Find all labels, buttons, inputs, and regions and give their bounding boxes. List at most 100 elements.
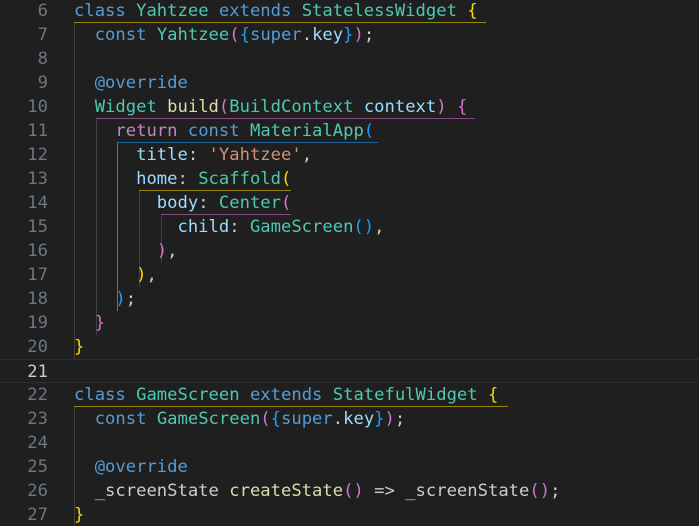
code-token: home bbox=[136, 169, 178, 189]
code-token: ( bbox=[218, 97, 230, 117]
line-number: 12 bbox=[27, 145, 48, 165]
code-text: } bbox=[74, 503, 84, 526]
code-token: _screenState bbox=[405, 481, 530, 501]
code-token: @override bbox=[94, 73, 188, 93]
code-line[interactable]: 6 class Yahtzee extends StatelessWidget { bbox=[0, 0, 699, 23]
code-token: ( bbox=[260, 409, 271, 429]
line-number: 26 bbox=[27, 481, 48, 501]
code-token: } bbox=[343, 25, 354, 45]
code-token: class bbox=[74, 1, 126, 21]
code-token: child bbox=[177, 217, 230, 237]
code-line[interactable]: 14 body: Center( bbox=[0, 191, 699, 215]
line-number: 21 bbox=[27, 362, 48, 382]
code-text: title: 'Yahtzee', bbox=[74, 143, 312, 167]
code-token: , bbox=[146, 265, 157, 285]
line-number: 9 bbox=[37, 73, 48, 93]
code-line[interactable]: 15 child: GameScreen(), bbox=[0, 215, 699, 239]
code-token: ) bbox=[136, 265, 147, 285]
code-token: , bbox=[167, 241, 178, 261]
line-number: 25 bbox=[27, 457, 48, 477]
code-token: } bbox=[94, 313, 106, 333]
code-line[interactable]: 16 ), bbox=[0, 239, 699, 263]
code-token: { bbox=[270, 409, 282, 429]
code-line[interactable]: 17 ), bbox=[0, 263, 699, 287]
code-token: GameScreen bbox=[156, 409, 261, 429]
code-line[interactable]: 24 bbox=[0, 431, 699, 455]
line-number: 8 bbox=[37, 49, 48, 69]
code-token: ) bbox=[436, 97, 447, 117]
code-token: { bbox=[487, 385, 499, 405]
code-token: MaterialApp bbox=[249, 121, 364, 141]
code-token: GameScreen bbox=[249, 217, 354, 237]
code-token: ( bbox=[281, 169, 292, 189]
code-text: @override bbox=[74, 71, 188, 95]
code-token: const bbox=[94, 409, 147, 429]
line-number: 19 bbox=[27, 313, 48, 333]
code-token: GameScreen bbox=[136, 385, 240, 405]
line-number: 23 bbox=[27, 409, 48, 429]
code-token: ) bbox=[353, 25, 364, 45]
line-number: 13 bbox=[27, 169, 48, 189]
code-line[interactable]: 25 @override bbox=[0, 455, 699, 479]
code-line[interactable]: 11 return const MaterialApp( bbox=[0, 119, 699, 143]
code-line[interactable]: 20} bbox=[0, 335, 699, 359]
code-token: , bbox=[374, 217, 385, 237]
code-line[interactable]: 7 const Yahtzee({super.key}); bbox=[0, 23, 699, 47]
code-line[interactable]: 19 } bbox=[0, 311, 699, 335]
code-token: Center bbox=[218, 193, 281, 213]
code-token: ( bbox=[281, 193, 292, 213]
code-editor[interactable]: 6 class Yahtzee extends StatelessWidget {… bbox=[0, 0, 699, 526]
code-text: Widget build(BuildContext context) { bbox=[74, 95, 468, 119]
code-line[interactable]: 22 class GameScreen extends StatefulWidge… bbox=[0, 383, 699, 407]
code-token: ) bbox=[156, 241, 168, 261]
code-text: } bbox=[74, 311, 105, 335]
code-text: home: Scaffold( bbox=[74, 167, 291, 191]
code-token: const bbox=[187, 121, 240, 141]
code-token: ; bbox=[363, 25, 375, 45]
code-token: 'Yahtzee' bbox=[208, 145, 302, 165]
code-line[interactable]: 10 Widget build(BuildContext context) { bbox=[0, 95, 699, 119]
code-text: @override bbox=[74, 455, 188, 479]
code-text: body: Center( bbox=[74, 191, 292, 215]
code-token: } bbox=[74, 337, 85, 357]
code-line[interactable]: 18 ); bbox=[0, 287, 699, 311]
code-line[interactable]: 12 title: 'Yahtzee', bbox=[0, 143, 699, 167]
line-number: 18 bbox=[27, 289, 48, 309]
code-line[interactable]: 26 _screenState createState() => _screen… bbox=[0, 479, 699, 503]
code-token: StatefulWidget bbox=[332, 385, 478, 405]
line-number: 7 bbox=[37, 25, 48, 45]
code-token: BuildContext bbox=[229, 97, 354, 117]
code-line[interactable]: 9 @override bbox=[0, 71, 699, 95]
code-text: ), bbox=[74, 263, 157, 287]
code-line[interactable]: 23 const GameScreen({super.key}); bbox=[0, 407, 699, 431]
code-token: : bbox=[229, 217, 250, 237]
line-number: 27 bbox=[27, 505, 48, 525]
code-line[interactable]: 27} bbox=[0, 503, 699, 526]
code-token: () bbox=[353, 217, 375, 237]
code-token: Scaffold bbox=[198, 169, 281, 189]
code-token: super bbox=[281, 409, 333, 429]
code-line[interactable]: 8 bbox=[0, 47, 699, 71]
code-token: { bbox=[456, 97, 468, 117]
code-token: Yahtzee bbox=[136, 1, 209, 21]
code-line[interactable]: 13 home: Scaffold( bbox=[0, 167, 699, 191]
code-line[interactable]: 21 bbox=[0, 359, 699, 383]
line-number: 22 bbox=[27, 385, 48, 405]
line-number: 6 bbox=[37, 1, 48, 21]
